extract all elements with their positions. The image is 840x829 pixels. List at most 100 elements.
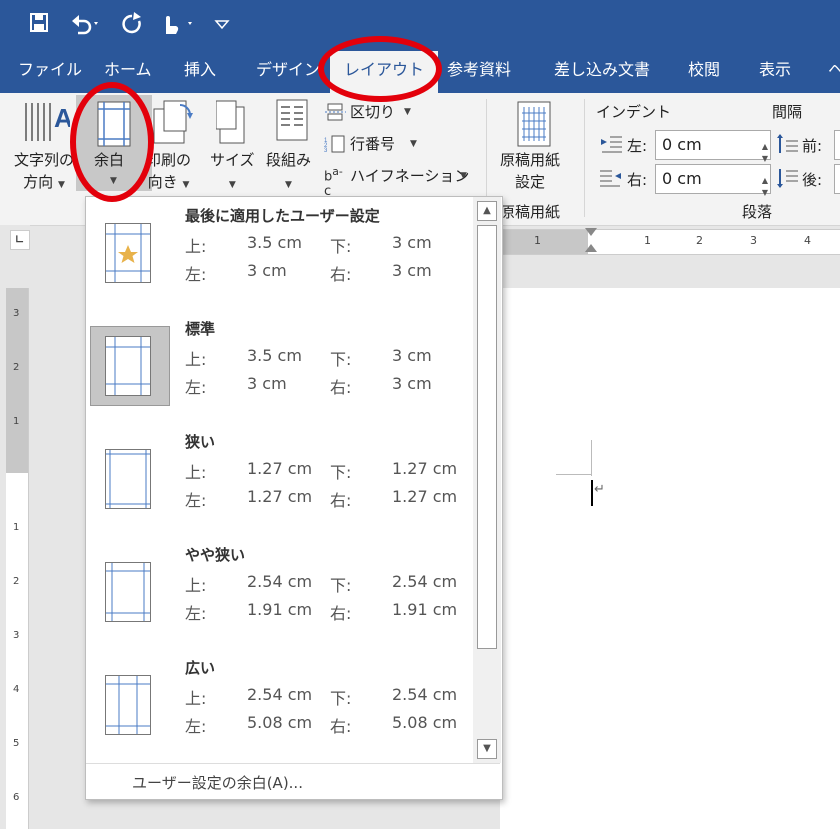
label-right: 右: — [330, 491, 352, 510]
label-top: 上: — [185, 576, 207, 595]
tab-view[interactable]: 表示 — [759, 47, 791, 93]
label-right: 右: — [330, 378, 352, 397]
tab-design[interactable]: デザイン — [256, 47, 320, 93]
value-left: 1.27 cm — [247, 487, 313, 506]
scroll-up-icon[interactable]: ▲ — [477, 201, 497, 221]
indent-right-input[interactable]: 0 cm ▲ ▼ — [655, 164, 771, 197]
scroll-thumb[interactable] — [477, 225, 497, 649]
tab-review[interactable]: 校閲 — [688, 47, 720, 93]
save-icon[interactable] — [28, 8, 52, 38]
tab-file[interactable]: ファイル — [18, 47, 82, 93]
vruler-tick: 1 — [13, 522, 20, 533]
spacing-before-icon — [776, 133, 798, 155]
hruler-tick: 2 — [696, 234, 703, 247]
label-right: 右: — [330, 717, 352, 736]
margin-guide — [591, 440, 592, 476]
value-left: 3 cm — [247, 374, 287, 393]
breaks-button[interactable]: 区切り ▼ — [324, 101, 504, 123]
label-top: 上: — [185, 689, 207, 708]
margin-thumbnail — [105, 562, 151, 622]
tab-selector[interactable]: ∟ — [10, 230, 30, 250]
value-top: 2.54 cm — [247, 685, 313, 704]
tab-mailings[interactable]: 差し込み文書 — [554, 47, 650, 93]
spacing-after-icon — [776, 167, 798, 189]
title-bar — [0, 0, 840, 47]
label-left: 左: — [185, 265, 207, 284]
custom-margins-row[interactable]: ユーザー設定の余白(A)... — [86, 763, 500, 799]
value-right: 1.27 cm — [392, 487, 458, 506]
vertical-ruler-ticks: 3 2 1 1 2 3 4 5 6 — [8, 300, 26, 829]
hruler-tick: 4 — [804, 234, 811, 247]
value-bottom: 2.54 cm — [392, 685, 458, 704]
first-line-indent-marker[interactable] — [585, 228, 597, 236]
text-direction-button[interactable]: 文字列の 方向 ▼ — [14, 149, 74, 196]
vruler-tick: 5 — [13, 738, 20, 749]
caret-down-icon: ▼ — [182, 180, 190, 190]
svg-text:3: 3 — [324, 148, 328, 153]
value-top: 3.5 cm — [247, 346, 302, 365]
label-bottom: 下: — [330, 237, 352, 256]
value-bottom: 1.27 cm — [392, 459, 458, 478]
margin-option-normal[interactable]: 標準 上: 3.5 cm 下: 3 cm 左: 3 cm 右: 3 cm — [86, 310, 476, 422]
dropdown-scrollbar[interactable]: ▲ ▼ — [473, 197, 501, 763]
label-bottom: 下: — [330, 576, 352, 595]
columns-button[interactable]: 段組み ▼ — [266, 149, 311, 196]
spacing-heading: 間隔 — [772, 103, 803, 121]
tab-stop-icon: ∟ — [15, 233, 25, 246]
genko-button[interactable]: 原稿用紙 設定 — [500, 149, 560, 193]
tab-references[interactable]: 参考資料 — [447, 47, 511, 93]
label-left: 左: — [185, 378, 207, 397]
hyphenation-button[interactable]: ba-c ハイフネーション ▼ — [324, 165, 504, 200]
highlight-ring-layout-tab — [318, 36, 442, 102]
margin-option-narrow[interactable]: 狭い 上: 1.27 cm 下: 1.27 cm 左: 1.27 cm 右: 1… — [86, 423, 476, 535]
custom-margins-label: ユーザー設定の余白(A)... — [132, 774, 303, 792]
redo-icon[interactable] — [120, 8, 144, 38]
label-right: 右: — [330, 604, 352, 623]
document-page[interactable]: ↵ — [500, 288, 840, 829]
value-bottom: 2.54 cm — [392, 572, 458, 591]
indent-right-value: 0 cm — [662, 169, 702, 188]
hyphenation-icon: ba-c — [324, 165, 343, 200]
touch-mode-icon[interactable] — [158, 8, 200, 38]
line-numbers-label: 行番号 — [350, 135, 396, 153]
value-right: 3 cm — [392, 261, 432, 280]
vruler-tick: 2 — [13, 362, 20, 373]
margin-thumbnail — [105, 336, 151, 396]
spacing-before-input[interactable] — [834, 130, 840, 160]
tab-insert[interactable]: 挿入 — [184, 47, 216, 93]
margin-thumbnail — [105, 223, 151, 283]
margin-option-last-custom[interactable]: 最後に適用したユーザー設定 上: 3.5 cm 下: 3 cm 左: 3 cm … — [86, 197, 476, 309]
value-bottom: 3 cm — [392, 346, 432, 365]
value-left: 5.08 cm — [247, 713, 313, 732]
hanging-indent-marker[interactable] — [585, 244, 597, 252]
spacing-after-input[interactable] — [834, 164, 840, 194]
margin-option-title: 広い — [185, 659, 216, 677]
horizontal-ruler[interactable]: 1 1 2 3 4 — [500, 228, 840, 255]
customize-icon[interactable] — [212, 8, 232, 38]
text-direction-label-1: 文字列の — [14, 151, 75, 169]
size-button[interactable]: サイズ ▼ — [210, 149, 255, 196]
text-direction-label-2: 方向 — [23, 173, 54, 191]
margin-option-moderate[interactable]: やや狭い 上: 2.54 cm 下: 2.54 cm 左: 1.91 cm 右:… — [86, 536, 476, 648]
undo-icon[interactable] — [68, 8, 102, 38]
label-right: 右: — [330, 265, 352, 284]
breaks-label: 区切り — [350, 103, 396, 121]
margin-option-title: 最後に適用したユーザー設定 — [185, 207, 380, 225]
margin-option-title: 標準 — [185, 320, 216, 338]
margin-option-title: 狭い — [185, 433, 216, 451]
hruler-tick: 3 — [750, 234, 757, 247]
genko-label-1: 原稿用紙 — [500, 151, 561, 169]
label-left: 左: — [185, 717, 207, 736]
indent-heading: インデント — [596, 103, 672, 121]
tab-help[interactable]: ヘ — [828, 47, 840, 93]
scroll-down-icon[interactable]: ▼ — [477, 739, 497, 759]
indent-left-input[interactable]: 0 cm ▲ ▼ — [655, 130, 771, 163]
value-top: 1.27 cm — [247, 459, 313, 478]
indent-right-label: 右: — [627, 171, 648, 189]
text-direction-icon: A — [20, 97, 73, 149]
indent-left-icon — [600, 135, 622, 155]
margin-option-wide[interactable]: 広い 上: 2.54 cm 下: 2.54 cm 左: 5.08 cm 右: 5… — [86, 649, 476, 761]
line-numbers-button[interactable]: 123 行番号 ▼ — [324, 133, 504, 155]
margin-option-title: やや狭い — [185, 546, 246, 564]
orientation-label-2: 向き — [147, 173, 178, 191]
